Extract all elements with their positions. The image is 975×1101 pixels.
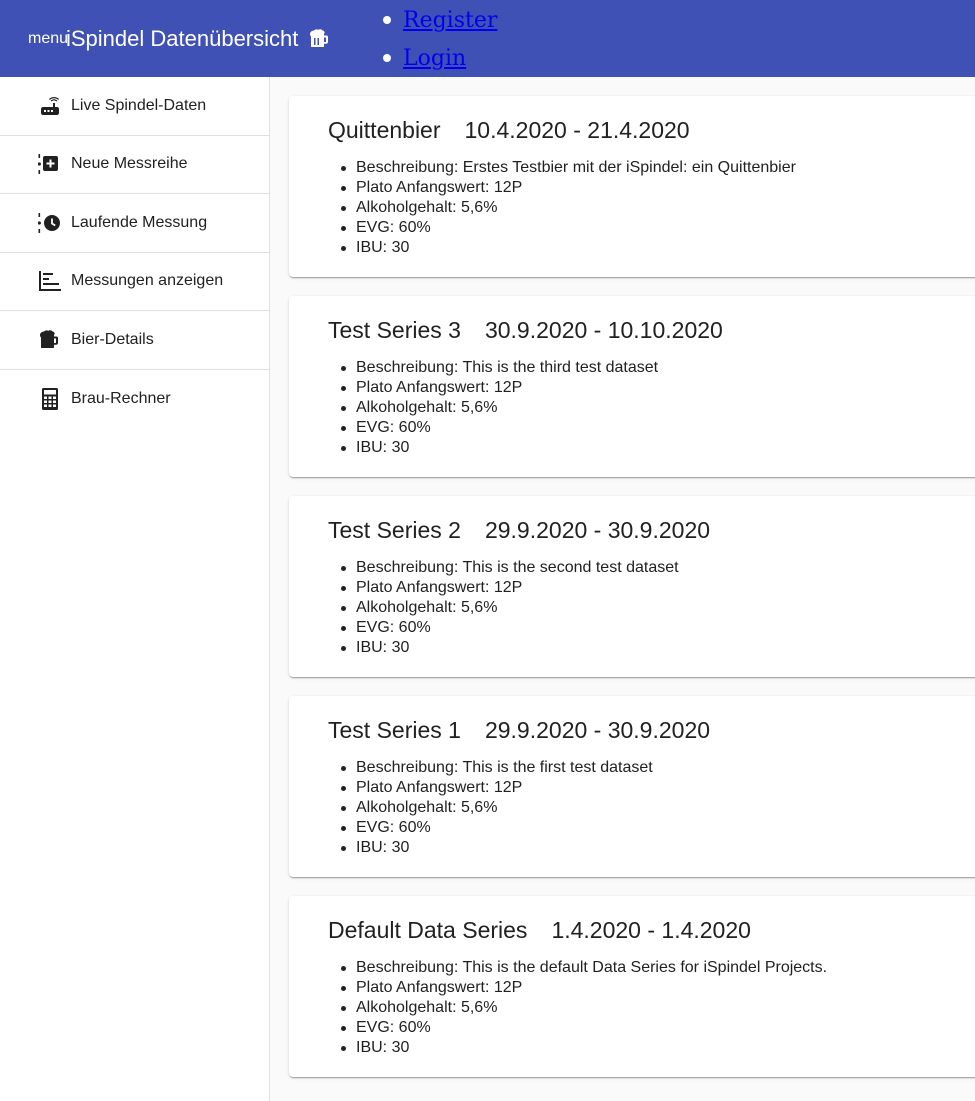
series-detail-alcohol: Alkoholgehalt: 5,6%: [340, 398, 658, 418]
series-detail-alcohol: Alkoholgehalt: 5,6%: [341, 198, 796, 218]
bar-list-icon: [38, 268, 64, 294]
series-card[interactable]: Quittenbier 10.4.2020 - 21.4.2020 Beschre…: [289, 96, 975, 277]
series-detail-evg: EVG: 60%: [341, 618, 679, 638]
series-date-range: 10.4.2020 - 21.4.2020: [464, 117, 690, 143]
sidebar-nav: Live Spindel-Daten Neue Messreihe Laufen…: [0, 77, 270, 1101]
timeline-add-icon: [38, 151, 64, 177]
series-date-range: 1.4.2020 - 1.4.2020: [551, 917, 751, 943]
sidebar-item-bier-details[interactable]: Bier-Details: [0, 311, 269, 370]
sidebar-item-laufende-messung[interactable]: Laufende Messung: [0, 194, 269, 253]
nav-item-register: Register: [383, 4, 497, 42]
series-detail-description: Beschreibung: Erstes Testbier mit der iS…: [341, 159, 796, 176]
series-detail-evg: EVG: 60%: [341, 218, 796, 238]
series-date-range: 29.9.2020 - 30.9.2020: [484, 717, 711, 743]
series-name: Test Series 3: [328, 317, 461, 343]
sidebar-item-label: Messungen anzeigen: [71, 272, 224, 290]
series-detail-evg: EVG: 60%: [340, 1018, 827, 1038]
series-card-title: Quittenbier 10.4.2020 - 21.4.2020: [328, 116, 690, 144]
sidebar-item-brau-rechner[interactable]: Brau-Rechner: [0, 370, 269, 429]
series-detail-plato: Plato Anfangswert: 12P: [340, 378, 658, 398]
beer-mug-icon: [310, 29, 329, 47]
app-title: iSpindel Datenübersicht: [66, 26, 330, 52]
timeline-clock-icon: [38, 210, 64, 236]
series-card[interactable]: Default Data Series 1.4.2020 - 1.4.2020 B…: [289, 896, 975, 1077]
beer-mug-icon: [38, 327, 64, 353]
series-detail-ibu: IBU: 30: [341, 238, 796, 258]
series-detail-evg: EVG: 60%: [341, 818, 653, 838]
sidebar-item-label: Brau-Rechner: [71, 389, 171, 407]
series-name: Quittenbier: [328, 117, 441, 143]
series-details-list: Beschreibung: This is the third test dat…: [340, 358, 659, 458]
series-detail-description: Beschreibung: This is the default Data S…: [340, 959, 828, 976]
series-detail-alcohol: Alkoholgehalt: 5,6%: [341, 598, 679, 618]
series-detail-evg: EVG: 60%: [340, 418, 658, 438]
sidebar-item-neue-messreihe[interactable]: Neue Messreihe: [0, 136, 269, 194]
series-detail-ibu: IBU: 30: [340, 438, 658, 458]
register-link[interactable]: Register: [403, 8, 497, 33]
sidebar-item-label: Live Spindel-Daten: [71, 96, 207, 114]
series-detail-ibu: IBU: 30: [341, 638, 679, 658]
router-icon: [38, 93, 64, 119]
series-card[interactable]: Test Series 1 29.9.2020 - 30.9.2020 Besch…: [289, 696, 975, 877]
sidebar-item-label: Laufende Messung: [71, 213, 208, 231]
series-card-title: Test Series 1 29.9.2020 - 30.9.2020: [328, 716, 710, 744]
series-detail-plato: Plato Anfangswert: 12P: [340, 978, 827, 998]
sidebar-item-messungen-anzeigen[interactable]: Messungen anzeigen: [0, 253, 269, 311]
series-detail-alcohol: Alkoholgehalt: 5,6%: [341, 798, 653, 818]
series-date-range: 29.9.2020 - 30.9.2020: [484, 517, 711, 543]
series-details-list: Beschreibung: This is the first test dat…: [341, 758, 653, 858]
series-detail-plato: Plato Anfangswert: 12P: [341, 578, 679, 598]
series-details-list: Beschreibung: This is the default Data S…: [340, 958, 828, 1058]
sidebar-item-label: Bier-Details: [71, 330, 154, 348]
login-link[interactable]: Login: [403, 46, 466, 71]
series-name: Default Data Series: [328, 917, 528, 943]
series-card-title: Test Series 2 29.9.2020 - 30.9.2020: [328, 516, 710, 544]
series-card-title: Default Data Series 1.4.2020 - 1.4.2020: [328, 916, 751, 944]
series-card[interactable]: Test Series 2 29.9.2020 - 30.9.2020 Besch…: [289, 496, 975, 677]
series-date-range: 30.9.2020 - 10.10.2020: [484, 317, 723, 343]
series-detail-ibu: IBU: 30: [340, 1038, 827, 1058]
series-name: Test Series 1: [328, 717, 461, 743]
nav-item-login: Login: [383, 42, 497, 80]
sidebar-item-label: Neue Messreihe: [71, 155, 188, 173]
series-details-list: Beschreibung: Erstes Testbier mit der iS…: [341, 158, 796, 258]
series-detail-description: Beschreibung: This is the third test dat…: [340, 359, 659, 376]
main-content: Quittenbier 10.4.2020 - 21.4.2020 Beschre…: [270, 77, 975, 1101]
menu-button[interactable]: menu: [28, 30, 68, 48]
app-title-text: iSpindel Datenübersicht: [66, 26, 299, 51]
series-detail-alcohol: Alkoholgehalt: 5,6%: [340, 998, 827, 1018]
calculator-icon: [38, 386, 64, 412]
series-detail-description: Beschreibung: This is the first test dat…: [341, 759, 653, 776]
top-toolbar: menu iSpindel Datenübersicht Register Lo…: [0, 0, 975, 77]
series-card[interactable]: Test Series 3 30.9.2020 - 10.10.2020 Besc…: [289, 296, 975, 477]
series-detail-description: Beschreibung: This is the second test da…: [341, 559, 679, 576]
series-detail-plato: Plato Anfangswert: 12P: [341, 178, 796, 198]
series-detail-plato: Plato Anfangswert: 12P: [341, 778, 653, 798]
auth-nav: Register Login: [383, 4, 497, 80]
sidebar-item-live-spindel-daten[interactable]: Live Spindel-Daten: [0, 77, 269, 136]
series-detail-ibu: IBU: 30: [341, 838, 653, 858]
series-name: Test Series 2: [328, 517, 461, 543]
series-card-title: Test Series 3 30.9.2020 - 10.10.2020: [328, 316, 723, 344]
series-details-list: Beschreibung: This is the second test da…: [341, 558, 679, 658]
